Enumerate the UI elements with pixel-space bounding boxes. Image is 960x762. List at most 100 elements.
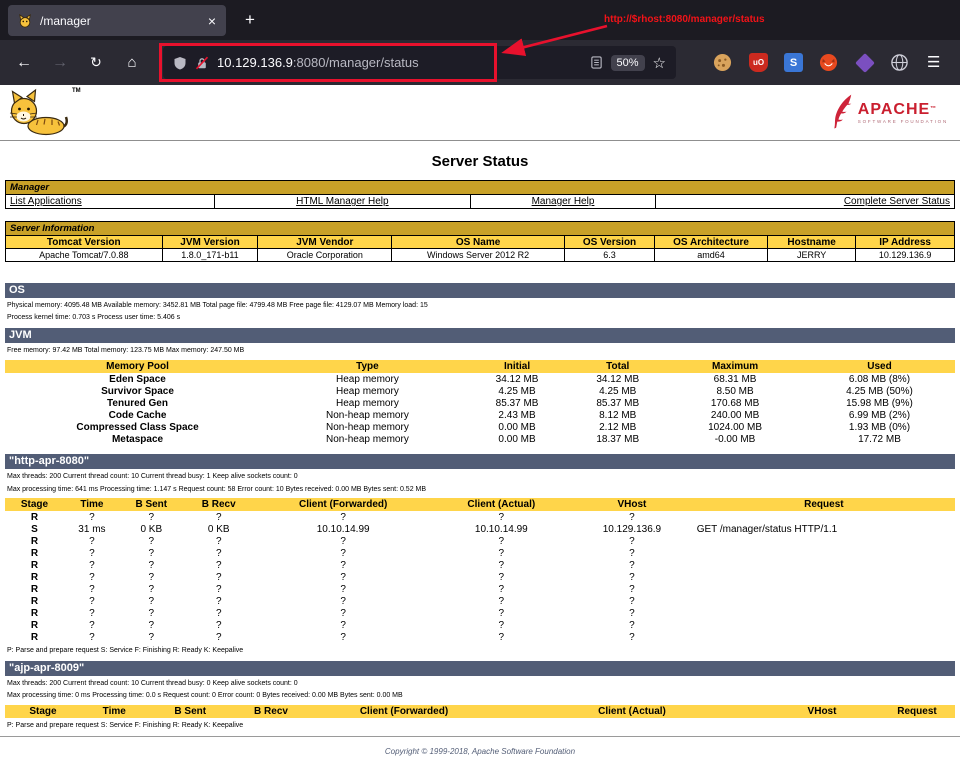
apache-logo: APACHE™ SOFTWARE FOUNDATION [832,92,948,132]
column-header: B Recv [183,498,255,511]
cell: Eden Space [5,373,270,385]
zoom-level-indicator[interactable]: 50% [611,55,645,71]
table-row: R?????? [5,595,955,607]
table-row: R?????? [5,559,955,571]
column-header: Client (Forwarded) [255,498,432,511]
column-header: Initial [465,360,570,373]
html-manager-help-link[interactable]: HTML Manager Help [296,196,388,207]
ajp-threads-table: StageTimeB SentB RecvClient (Forwarded)C… [5,705,955,718]
cookie-extension-icon[interactable] [712,52,733,73]
table-row: R?????? [5,607,955,619]
cell: ? [571,583,693,595]
cell: Oracle Corporation [258,249,392,262]
cell [693,607,955,619]
table-row: Eden SpaceHeap memory34.12 MB34.12 MB68.… [5,373,955,385]
cell: 2.43 MB [465,409,570,421]
cell: ? [432,619,572,631]
forward-button[interactable]: → [46,40,74,85]
cell: ? [183,607,255,619]
server-information-headers: Tomcat VersionJVM VersionJVM VendorOS Na… [6,236,955,249]
cell: Windows Server 2012 R2 [392,249,565,262]
list-applications-link[interactable]: List Applications [10,196,82,207]
s-extension-icon[interactable]: S [783,52,804,73]
complete-server-status-link[interactable]: Complete Server Status [844,196,950,207]
cell: ? [571,559,693,571]
back-button[interactable]: ← [10,40,38,85]
shield-icon[interactable] [173,56,187,70]
cell: R [5,547,64,559]
page-header: TM APACHE™ SOFTWARE FOUNDATION [0,85,960,141]
manager-section-title: Manager [6,181,955,195]
manager-table: Manager List Applications HTML Manager H… [5,180,955,209]
column-header: Client (Forwarded) [309,705,499,718]
cell: 1024.00 MB [666,421,804,433]
manager-links-row: List Applications HTML Manager Help Mana… [6,195,955,209]
insecure-lock-icon[interactable] [195,56,209,70]
page-title: Server Status [0,153,960,170]
cell: 10.10.14.99 [432,523,572,535]
http-connector-header: "http-apr-8080" [5,454,955,469]
ajp-connector-header: "ajp-apr-8009" [5,661,955,676]
cell: R [5,535,64,547]
cell [693,619,955,631]
browser-window: /manager × + http://$rhost:8080/manager/… [0,0,960,762]
cell: ? [255,583,432,595]
browser-tab[interactable]: /manager × [8,5,226,36]
cell: 10.129.136.9 [571,523,693,535]
home-button[interactable]: ⌂ [118,40,146,85]
table-row: Code CacheNon-heap memory2.43 MB8.12 MB2… [5,409,955,421]
bookmark-star-icon[interactable]: ☆ [653,54,666,72]
ajp-threads-headers: StageTimeB SentB RecvClient (Forwarded)C… [5,705,955,718]
purple-extension-icon[interactable] [854,52,875,73]
column-header: B Recv [233,705,309,718]
foxyproxy-icon[interactable] [818,52,839,73]
tab-bar: /manager × + http://$rhost:8080/manager/… [0,0,960,40]
cell: JERRY [767,249,855,262]
cell: ? [432,607,572,619]
table-row: R?????? [5,571,955,583]
cell: -0.00 MB [666,433,804,445]
cell: ? [571,511,693,523]
table-row: Tenured GenHeap memory85.37 MB85.37 MB17… [5,397,955,409]
globe-extension-icon[interactable] [889,52,910,73]
cell: ? [255,547,432,559]
table-row: MetaspaceNon-heap memory0.00 MB18.37 MB-… [5,433,955,445]
cell: ? [183,631,255,643]
cell: ? [183,559,255,571]
cell: 4.25 MB (50%) [804,385,955,397]
http-threads-headers: StageTimeB SentB RecvClient (Forwarded)C… [5,498,955,511]
cell: Heap memory [270,373,465,385]
manager-help-link[interactable]: Manager Help [532,196,595,207]
cell: ? [255,511,432,523]
column-header: VHost [571,498,693,511]
http-processing-stats: Max processing time: 641 ms Processing t… [7,485,960,494]
ublock-origin-icon[interactable]: uO [748,52,769,73]
tab-title: /manager [40,14,200,28]
tab-close-icon[interactable]: × [208,14,216,28]
cell [693,571,955,583]
cell: 17.72 MB [804,433,955,445]
http-threads-table: StageTimeB SentB RecvClient (Forwarded)C… [5,498,955,643]
reader-mode-icon[interactable] [590,56,603,69]
copyright-text: Copyright © 1999-2018, Apache Software F… [385,747,575,756]
cell: ? [432,631,572,643]
column-header: IP Address [856,236,955,249]
column-header: Client (Actual) [432,498,572,511]
apache-feather-icon [832,92,854,132]
menu-icon[interactable]: ☰ [927,40,940,85]
cell: ? [255,559,432,571]
os-memory-stats: Physical memory: 4095.48 MB Available me… [7,301,960,310]
cell: 2.12 MB [569,421,666,433]
reload-button[interactable]: ↻ [82,40,110,85]
cell: GET /manager/status HTTP/1.1 [693,523,955,535]
cell: ? [255,595,432,607]
cell: ? [571,535,693,547]
url-bar[interactable]: 10.129.136.9:8080/manager/status 50% ☆ [163,46,676,79]
cell [693,511,955,523]
cell: ? [120,631,183,643]
cell [693,595,955,607]
new-tab-button[interactable]: + [238,8,262,32]
column-header: Memory Pool [5,360,270,373]
table-row: R?????? [5,619,955,631]
column-header: Maximum [666,360,804,373]
